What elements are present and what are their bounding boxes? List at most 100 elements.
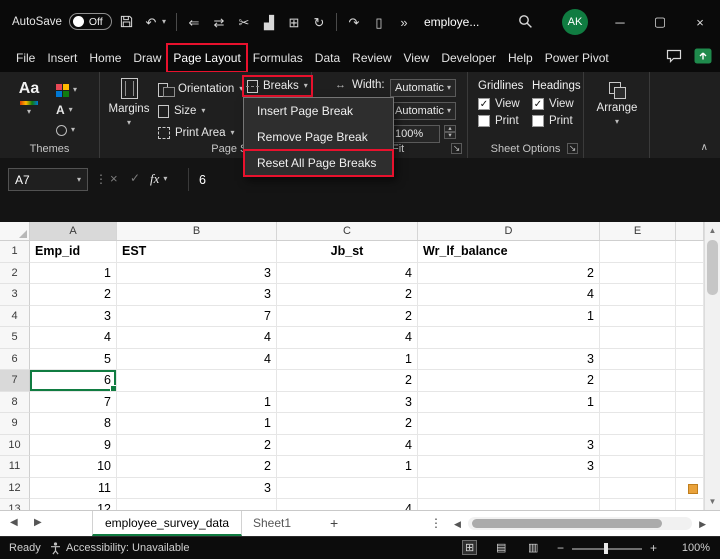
- cell-C11[interactable]: 1: [277, 456, 418, 478]
- row-header-3[interactable]: 3: [0, 284, 30, 306]
- cell-D10[interactable]: 3: [418, 435, 600, 457]
- breaks-button[interactable]: Breaks ▾: [243, 76, 312, 96]
- cell-E11[interactable]: [600, 456, 676, 478]
- cell-A11[interactable]: 10: [30, 456, 117, 478]
- cell-B12[interactable]: 3: [117, 478, 277, 500]
- cell-E6[interactable]: [600, 349, 676, 371]
- column-header-D[interactable]: D: [418, 222, 600, 240]
- width-input[interactable]: Automatic ▾: [390, 79, 456, 97]
- cell-A4[interactable]: 3: [30, 306, 117, 328]
- ribbon-tab-developer[interactable]: Developer: [435, 44, 502, 72]
- scroll-left-icon[interactable]: ◀: [454, 519, 461, 530]
- cell-B11[interactable]: 2: [117, 456, 277, 478]
- scrollbar-thumb[interactable]: [472, 519, 662, 528]
- document-title[interactable]: employe...: [424, 15, 479, 29]
- cell-A12[interactable]: 11: [30, 478, 117, 500]
- cell-A2[interactable]: 1: [30, 263, 117, 285]
- page-break-view-button[interactable]: ▥: [528, 541, 538, 554]
- column-header-B[interactable]: B: [117, 222, 277, 240]
- cell-B10[interactable]: 2: [117, 435, 277, 457]
- chart-icon[interactable]: ▟: [261, 16, 277, 29]
- size-button[interactable]: Size ▾: [158, 101, 205, 121]
- cell-C6[interactable]: 1: [277, 349, 418, 371]
- ribbon-tab-review[interactable]: Review: [346, 44, 397, 72]
- cell-B5[interactable]: 4: [117, 327, 277, 349]
- theme-colors-button[interactable]: ▾: [56, 82, 77, 98]
- back-icon[interactable]: ⇐: [186, 16, 202, 29]
- cell-A6[interactable]: 5: [30, 349, 117, 371]
- zoom-in-button[interactable]: +: [650, 541, 657, 555]
- cell-C1[interactable]: Jb_st: [277, 241, 418, 263]
- cell-D3[interactable]: 4: [418, 284, 600, 306]
- gridlines-print-checkbox[interactable]: Print: [478, 115, 523, 127]
- row-header-6[interactable]: 6: [0, 349, 30, 371]
- cell-B13[interactable]: [117, 499, 277, 510]
- sheet-tab-employee-survey-data[interactable]: employee_survey_data: [92, 511, 242, 536]
- cell-C10[interactable]: 4: [277, 435, 418, 457]
- cell-B2[interactable]: 3: [117, 263, 277, 285]
- sheet-tab-sheet1[interactable]: Sheet1: [241, 511, 303, 536]
- sheet-more-icon[interactable]: ⋮: [430, 516, 442, 530]
- cell-B1[interactable]: EST: [117, 241, 277, 263]
- menu-item-insert-page-break[interactable]: Insert Page Break: [244, 98, 393, 124]
- cell-C4[interactable]: 2: [277, 306, 418, 328]
- gridlines-view-checkbox[interactable]: ✓ View: [478, 98, 523, 110]
- headings-print-checkbox[interactable]: Print: [532, 115, 581, 127]
- row-header-1[interactable]: 1: [0, 241, 30, 263]
- cell-C3[interactable]: 2: [277, 284, 418, 306]
- ribbon-tab-formulas[interactable]: Formulas: [247, 44, 309, 72]
- avatar[interactable]: AK: [562, 9, 588, 35]
- table-icon[interactable]: ⊞: [286, 16, 302, 29]
- cell-C12[interactable]: [277, 478, 418, 500]
- insert-function-button[interactable]: fx ▾: [150, 171, 167, 187]
- cell-C5[interactable]: 4: [277, 327, 418, 349]
- close-button[interactable]: ×: [680, 0, 720, 44]
- sheet-nav-right-icon[interactable]: ▶: [34, 517, 42, 528]
- column-header-E[interactable]: E: [600, 222, 676, 240]
- ribbon-tab-draw[interactable]: Draw: [127, 44, 167, 72]
- cell-B4[interactable]: 7: [117, 306, 277, 328]
- cell-D7[interactable]: 2: [418, 370, 600, 392]
- save-icon[interactable]: [118, 15, 134, 30]
- row-header-7[interactable]: 7: [0, 370, 30, 392]
- row-header-4[interactable]: 4: [0, 306, 30, 328]
- cell-D5[interactable]: [418, 327, 600, 349]
- scroll-right-icon[interactable]: ▶: [699, 519, 706, 530]
- search-icon[interactable]: [518, 14, 533, 34]
- cell-D1[interactable]: Wr_lf_balance: [418, 241, 600, 263]
- cell-D13[interactable]: [418, 499, 600, 510]
- height-input[interactable]: Automatic ▾: [390, 102, 456, 120]
- sync-icon[interactable]: ↻: [311, 16, 327, 29]
- cell-E5[interactable]: [600, 327, 676, 349]
- accessibility-status[interactable]: Accessibility: Unavailable: [66, 542, 190, 554]
- page-layout-view-button[interactable]: ▤: [496, 541, 506, 554]
- cell-C13[interactable]: 4: [277, 499, 418, 510]
- scroll-down-icon[interactable]: ▼: [705, 497, 720, 506]
- cell-E13[interactable]: [600, 499, 676, 510]
- cell-E1[interactable]: [600, 241, 676, 263]
- row-header-9[interactable]: 9: [0, 413, 30, 435]
- zoom-level[interactable]: 100%: [682, 542, 710, 554]
- scrollbar-thumb[interactable]: [707, 240, 718, 295]
- row-header-13[interactable]: 13: [0, 499, 30, 510]
- ribbon-tab-view[interactable]: View: [398, 44, 436, 72]
- cell-E7[interactable]: [600, 370, 676, 392]
- ribbon-tab-insert[interactable]: Insert: [41, 44, 83, 72]
- themes-button[interactable]: Aa ▾: [10, 80, 48, 116]
- cell-B7[interactable]: [117, 370, 277, 392]
- spin-up-icon[interactable]: ▴: [444, 125, 456, 132]
- ribbon-tab-power-pivot[interactable]: Power Pivot: [539, 44, 615, 72]
- cancel-icon[interactable]: ×: [110, 171, 118, 186]
- scale-spinner[interactable]: ▴ ▾: [444, 125, 456, 139]
- cell-E12[interactable]: [600, 478, 676, 500]
- row-header-8[interactable]: 8: [0, 392, 30, 414]
- normal-view-button[interactable]: ⊞: [462, 540, 477, 555]
- cell-D2[interactable]: 2: [418, 263, 600, 285]
- cell-B3[interactable]: 3: [117, 284, 277, 306]
- cell-D4[interactable]: 1: [418, 306, 600, 328]
- dialog-launcher-icon[interactable]: ↘: [567, 143, 578, 154]
- collapse-ribbon-icon[interactable]: ∧: [701, 142, 708, 153]
- cell-C2[interactable]: 4: [277, 263, 418, 285]
- switch-windows-icon[interactable]: ⇄: [211, 16, 227, 29]
- cell-A8[interactable]: 7: [30, 392, 117, 414]
